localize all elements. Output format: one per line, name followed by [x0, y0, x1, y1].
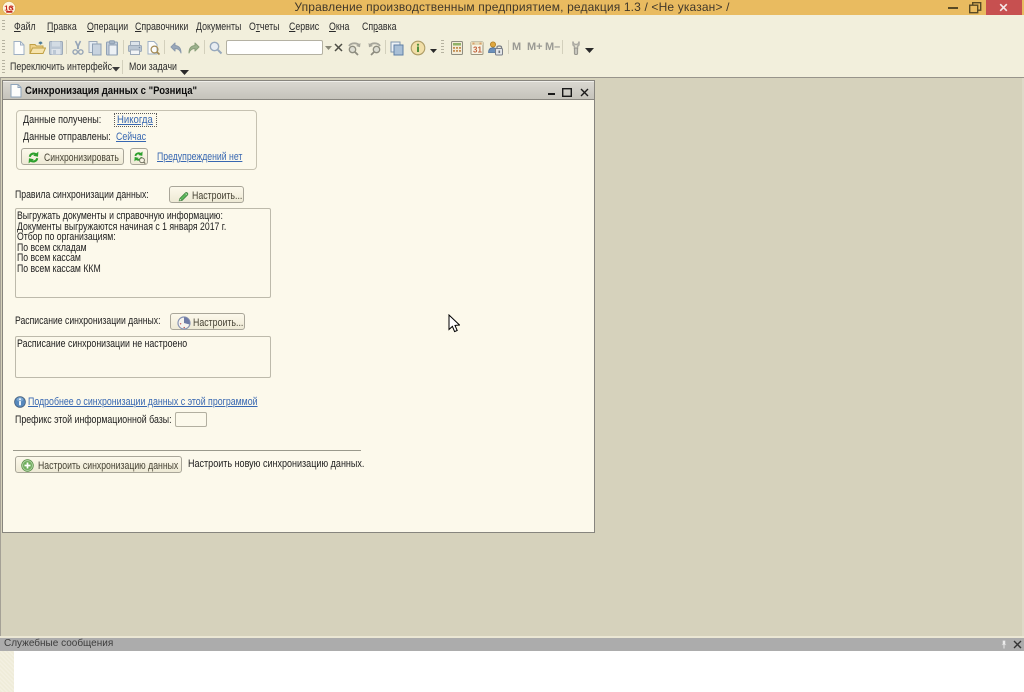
svg-text:31: 31	[473, 46, 482, 55]
